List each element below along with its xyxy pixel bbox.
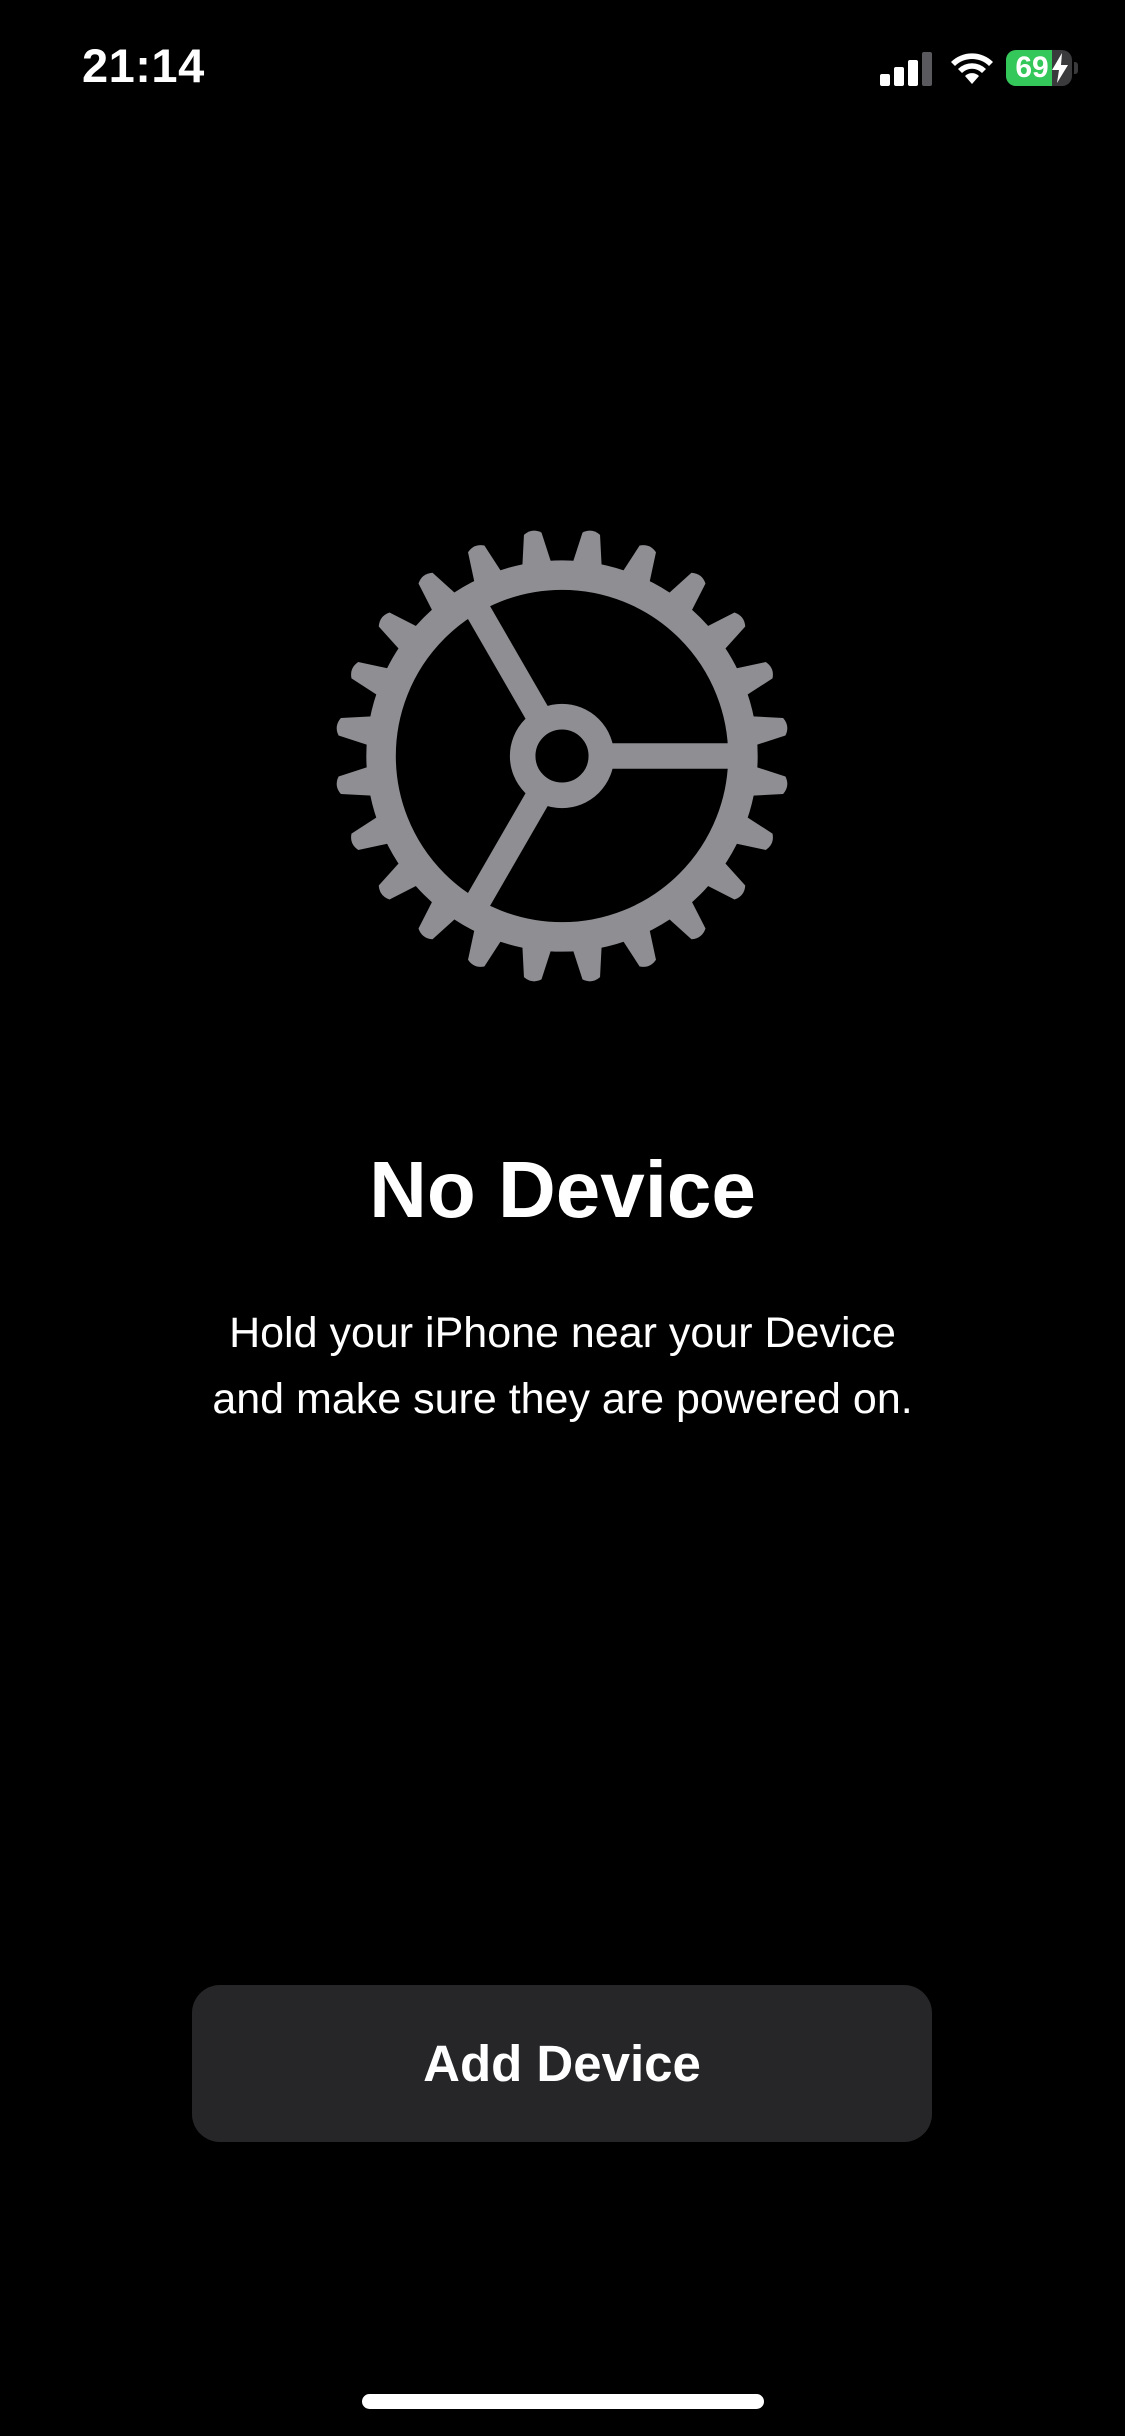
charging-bolt-icon [1052, 53, 1068, 83]
status-time: 21:14 [82, 39, 205, 92]
page-description: Hold your iPhone near your Device and ma… [212, 1309, 913, 1423]
battery-indicator: 69 [1006, 50, 1078, 86]
battery-cap [1074, 62, 1078, 74]
add-device-button[interactable]: Add Device [192, 1985, 932, 2142]
home-indicator[interactable] [362, 2394, 764, 2409]
battery-percent: 69 [1015, 51, 1049, 84]
status-bar: 21:14 69 [0, 0, 1125, 140]
gear-icon [336, 530, 788, 982]
cellular-signal-icon [880, 52, 932, 86]
page-title: No Device [369, 1145, 756, 1234]
battery-body: 69 [1006, 50, 1072, 86]
wifi-icon [951, 53, 993, 84]
